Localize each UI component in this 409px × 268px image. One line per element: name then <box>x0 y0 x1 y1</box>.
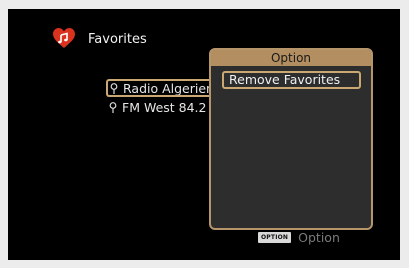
option-hint-label: Option <box>298 230 340 245</box>
option-key-icon: OPTION <box>258 232 292 243</box>
option-menu: Option Remove Favorites <box>209 48 373 230</box>
list-item-label: FM West 84.2 <box>122 99 207 115</box>
option-menu-title: Option <box>211 50 371 66</box>
page-title: Favorites <box>88 32 147 47</box>
favorites-list: Radio Algerienne Jil FM FM West 84.2 <box>106 79 218 117</box>
remove-favorites-menu-item[interactable]: Remove Favorites <box>222 71 361 89</box>
option-hint: OPTION Option <box>258 230 340 245</box>
screen: Favorites Radio Algerienne Jil FM FM Wes… <box>8 9 400 260</box>
map-pin-icon <box>109 101 117 113</box>
list-item-label: Radio Algerienne Jil FM <box>123 80 218 96</box>
list-item[interactable]: Radio Algerienne Jil FM <box>106 79 218 97</box>
list-item[interactable]: FM West 84.2 <box>106 98 218 116</box>
heart-music-icon <box>53 28 75 48</box>
map-pin-icon <box>110 82 118 94</box>
